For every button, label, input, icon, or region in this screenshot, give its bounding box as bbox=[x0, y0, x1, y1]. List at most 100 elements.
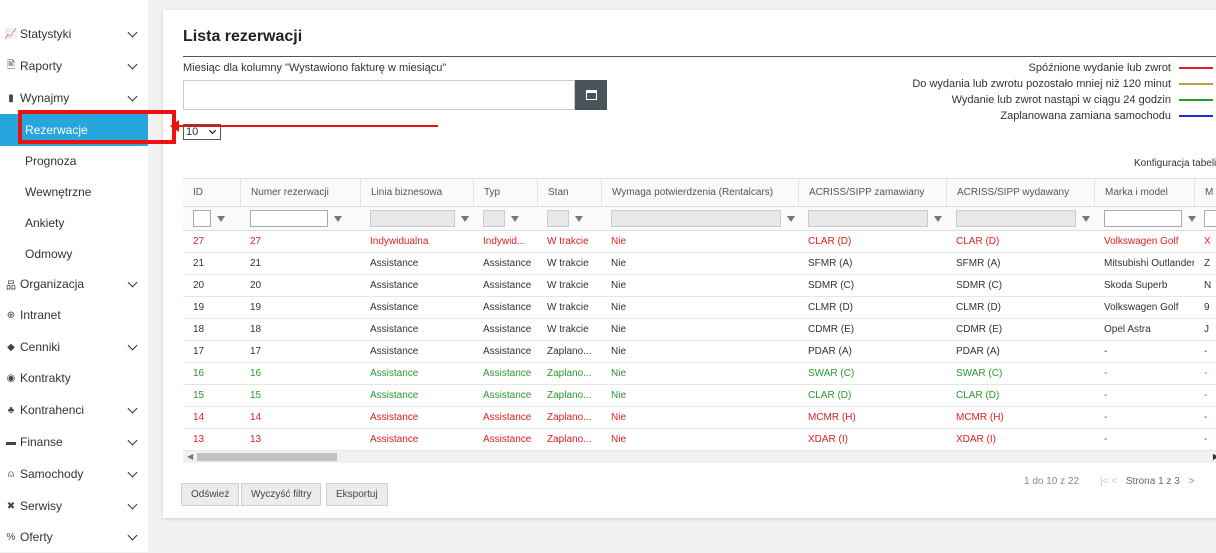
filter-input[interactable] bbox=[1104, 210, 1182, 227]
chevron-down-icon[interactable] bbox=[127, 59, 138, 70]
filter-icon[interactable] bbox=[334, 215, 342, 222]
scroll-left-icon[interactable]: ◀ bbox=[187, 452, 193, 461]
table-row[interactable]: 21 21 Assistance Assistance W trakcie Nie SFMR… bbox=[183, 253, 1216, 275]
table-row[interactable]: 19 19 Assistance Assistance W trakcie Nie CLMR… bbox=[183, 297, 1216, 319]
table-cell: CLAR (D) bbox=[956, 236, 1000, 247]
report-icon: 🖹 bbox=[6, 59, 16, 71]
sidebar-item-kontrahenci[interactable]: ♣ Kontrahenci bbox=[0, 394, 148, 426]
table-cell: - bbox=[1104, 412, 1108, 423]
sidebar-item-finanse[interactable]: ▬ Finanse bbox=[0, 426, 148, 458]
table-cell: 14 bbox=[193, 412, 205, 423]
sidebar-item-wewnętrzne[interactable]: Wewnętrzne bbox=[0, 176, 148, 208]
sidebar-item-organizacja[interactable]: 品 Organizacja bbox=[0, 268, 148, 300]
column-header[interactable]: M bbox=[1194, 179, 1216, 207]
table-cell: - bbox=[1204, 346, 1208, 357]
filter-icon[interactable] bbox=[575, 215, 583, 222]
users-icon: ♣ bbox=[7, 404, 15, 416]
table-row[interactable]: 17 17 Assistance Assistance Zaplano... Nie PDA… bbox=[183, 341, 1216, 363]
table-row[interactable]: 13 13 Assistance Assistance Zaplano... Nie XDA… bbox=[183, 429, 1216, 451]
filter-icon[interactable] bbox=[787, 215, 795, 222]
column-header[interactable]: Wymaga potwierdzenia (Rentalcars) bbox=[601, 179, 798, 207]
chevron-down-icon[interactable] bbox=[127, 340, 138, 351]
clear-filters-button[interactable]: Wyczyść filtry bbox=[241, 483, 322, 506]
column-header[interactable]: Marka i model bbox=[1094, 179, 1194, 207]
column-header[interactable]: Stan bbox=[537, 179, 601, 207]
sidebar-item-intranet[interactable]: ⊕ Intranet bbox=[0, 299, 148, 331]
filter-icon[interactable] bbox=[1188, 215, 1196, 222]
sidebar-item-wynajmy[interactable]: ▮ Wynajmy bbox=[0, 82, 148, 114]
filter-cell bbox=[611, 210, 795, 227]
chevron-down-icon[interactable] bbox=[127, 403, 138, 414]
table-cell: Nie bbox=[611, 346, 627, 357]
filter-icon[interactable] bbox=[461, 215, 469, 222]
legend-swatch bbox=[1179, 67, 1213, 69]
sidebar-item-prognoza[interactable]: Prognoza bbox=[0, 145, 148, 177]
refresh-button[interactable]: Odśwież bbox=[181, 483, 240, 506]
chevron-down-icon[interactable] bbox=[127, 530, 138, 541]
table-row[interactable]: 27 27 Indywidualna Indywid... W trakcie Nie CL… bbox=[183, 231, 1216, 253]
table-row[interactable]: 18 18 Assistance Assistance W trakcie Nie CDMR… bbox=[183, 319, 1216, 341]
first-page-button[interactable]: |< bbox=[1100, 476, 1108, 487]
sidebar-item-oferty[interactable]: % Oferty bbox=[0, 521, 148, 553]
sidebar-item-cenniki[interactable]: ◆ Cenniki bbox=[0, 331, 148, 363]
column-header[interactable]: ACRISS/SIPP zamawiany bbox=[798, 179, 946, 207]
page-info: Strona 1 z 3 bbox=[1125, 476, 1180, 487]
table-cell: 17 bbox=[193, 346, 205, 357]
prev-page-button[interactable]: < bbox=[1111, 476, 1117, 487]
sidebar-item-raporty[interactable]: 🖹 Raporty bbox=[0, 50, 148, 82]
sidebar-item-odmowy[interactable]: Odmowy bbox=[0, 238, 148, 270]
table-cell: CDMR (E) bbox=[808, 324, 855, 335]
legend-label: Zaplanowana zamiana samochodu bbox=[1000, 110, 1171, 122]
table-cell: Indywid... bbox=[483, 236, 526, 247]
filter-cell bbox=[956, 210, 1090, 227]
chevron-down-icon[interactable] bbox=[127, 277, 138, 288]
handshake-icon: ◉ bbox=[6, 372, 16, 384]
filter-icon[interactable] bbox=[934, 215, 942, 222]
horizontal-scrollbar[interactable]: ◀ ▶ bbox=[183, 451, 1216, 463]
column-header[interactable]: ACRISS/SIPP wydawany bbox=[946, 179, 1094, 207]
filter-cell bbox=[547, 210, 583, 227]
sidebar-item-statystyki[interactable]: 📈 Statystyki bbox=[0, 18, 148, 50]
filter-icon[interactable] bbox=[217, 215, 225, 222]
column-header[interactable]: Typ bbox=[473, 179, 537, 207]
chevron-down-icon[interactable] bbox=[127, 91, 138, 102]
chevron-down-icon[interactable] bbox=[127, 499, 138, 510]
column-header[interactable]: ID bbox=[183, 179, 240, 207]
chevron-down-icon[interactable] bbox=[127, 27, 138, 38]
table-cell: Zaplano... bbox=[547, 412, 592, 423]
sidebar-item-kontrakty[interactable]: ◉ Kontrakty bbox=[0, 362, 148, 394]
table-cell: Nie bbox=[611, 434, 627, 445]
table-row[interactable]: 20 20 Assistance Assistance W trakcie Nie SDMR… bbox=[183, 275, 1216, 297]
chevron-down-icon[interactable] bbox=[127, 467, 138, 478]
table-config-link[interactable]: Konfiguracja tabeli bbox=[1134, 158, 1216, 169]
filter-input[interactable] bbox=[1204, 210, 1216, 227]
table-cell: Assistance bbox=[370, 302, 419, 313]
table-row[interactable]: 15 15 Assistance Assistance Zaplano... Nie CLA… bbox=[183, 385, 1216, 407]
table-cell: CLAR (D) bbox=[808, 236, 852, 247]
next-page-button[interactable]: > bbox=[1189, 476, 1195, 487]
export-button[interactable]: Eksportuj bbox=[326, 483, 388, 506]
scrollbar-thumb[interactable] bbox=[197, 453, 337, 461]
filter-input[interactable] bbox=[193, 210, 211, 227]
filter-row bbox=[183, 207, 1216, 231]
filter-icon[interactable] bbox=[511, 215, 519, 222]
sidebar-item-label: Finanse bbox=[20, 435, 63, 449]
sidebar-item-samochody[interactable]: ⍝ Samochody bbox=[0, 458, 148, 490]
month-input[interactable] bbox=[183, 80, 575, 110]
main-panel: Lista rezerwacji Miesiąc dla kolumny "Wy… bbox=[163, 10, 1216, 518]
sidebar-item-serwisy[interactable]: ✖ Serwisy bbox=[0, 490, 148, 522]
table-cell: Assistance bbox=[483, 412, 532, 423]
filter-cell bbox=[1104, 210, 1196, 227]
table-row[interactable]: 14 14 Assistance Assistance Zaplano... Nie MCM… bbox=[183, 407, 1216, 429]
table-row[interactable]: 16 16 Assistance Assistance Zaplano... Nie SWA… bbox=[183, 363, 1216, 385]
sidebar-item-rezerwacje[interactable]: Rezerwacje bbox=[0, 114, 148, 146]
table-cell: Nie bbox=[611, 390, 627, 401]
table-cell: CLMR (D) bbox=[956, 302, 1001, 313]
chevron-down-icon[interactable] bbox=[127, 435, 138, 446]
column-header[interactable]: Numer rezerwacji bbox=[240, 179, 360, 207]
filter-input[interactable] bbox=[250, 210, 328, 227]
column-header[interactable]: Linia biznesowa bbox=[360, 179, 473, 207]
sidebar-item-ankiety[interactable]: Ankiety bbox=[0, 207, 148, 239]
filter-icon[interactable] bbox=[1082, 215, 1090, 222]
calendar-button[interactable] bbox=[575, 80, 607, 110]
